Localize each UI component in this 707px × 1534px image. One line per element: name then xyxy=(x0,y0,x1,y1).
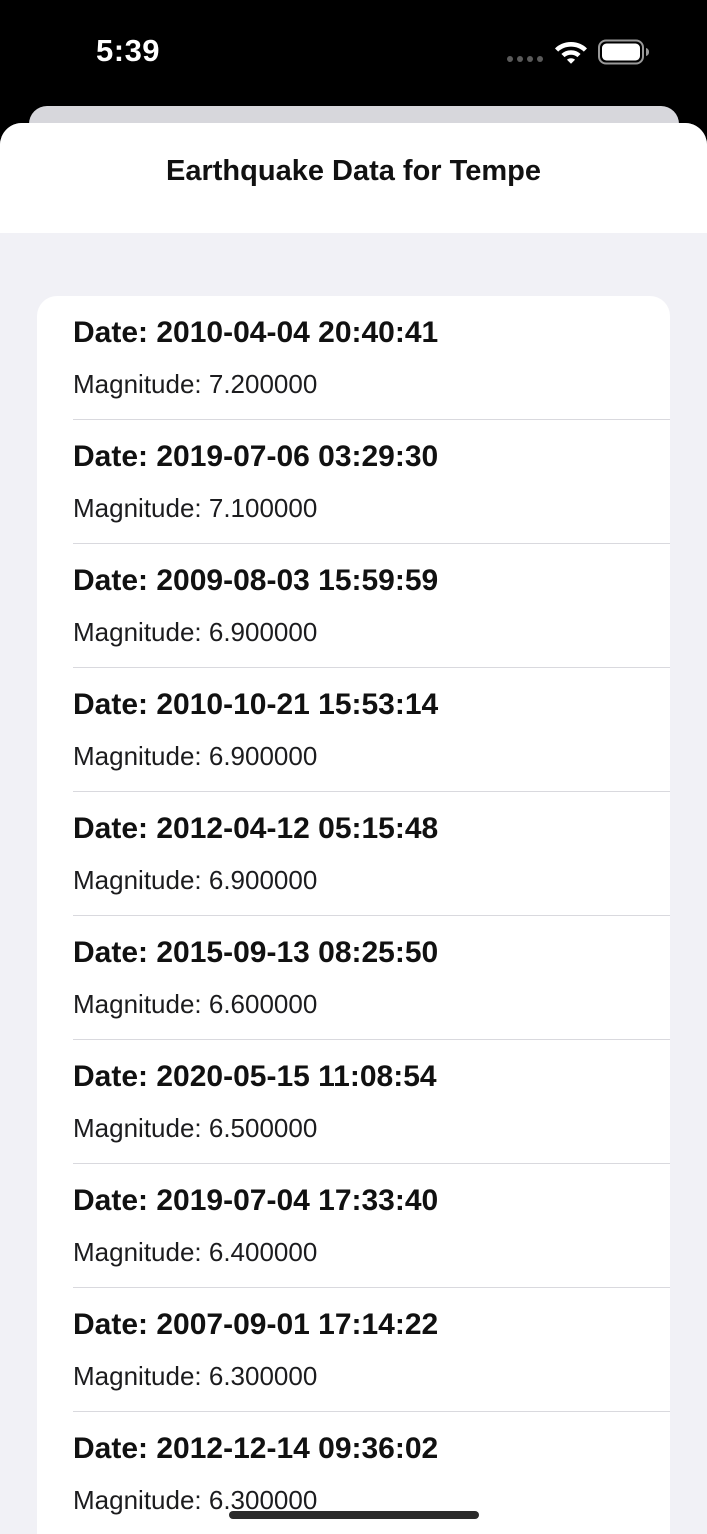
earthquake-list: Date: 2010-04-04 20:40:41 Magnitude: 7.2… xyxy=(37,296,670,1534)
list-item[interactable]: Date: 2010-04-04 20:40:41 Magnitude: 7.2… xyxy=(37,296,670,420)
battery-icon xyxy=(598,39,649,65)
list-item[interactable]: Date: 2010-10-21 15:53:14 Magnitude: 6.9… xyxy=(37,668,670,792)
cellular-icon xyxy=(507,56,543,62)
list-item[interactable]: Date: 2019-07-04 17:33:40 Magnitude: 6.4… xyxy=(37,1164,670,1288)
earthquake-date: Date: 2020-05-15 11:08:54 xyxy=(73,1060,437,1093)
list-item[interactable]: Date: 2015-09-13 08:25:50 Magnitude: 6.6… xyxy=(37,916,670,1040)
earthquake-magnitude: Magnitude: 7.200000 xyxy=(73,369,318,399)
earthquake-date: Date: 2010-04-04 20:40:41 xyxy=(73,316,439,349)
list-item[interactable]: Date: 2012-04-12 05:15:48 Magnitude: 6.9… xyxy=(37,792,670,916)
earthquake-magnitude: Magnitude: 6.600000 xyxy=(73,989,318,1019)
earthquake-date: Date: 2010-10-21 15:53:14 xyxy=(73,688,439,721)
wifi-icon xyxy=(555,42,587,64)
earthquake-magnitude: Magnitude: 6.500000 xyxy=(73,1113,318,1143)
page-title: Earthquake Data for Tempe xyxy=(166,155,541,187)
list-item[interactable]: Date: 2019-07-06 03:29:30 Magnitude: 7.1… xyxy=(37,420,670,544)
earthquake-date: Date: 2015-09-13 08:25:50 xyxy=(73,936,439,969)
earthquake-magnitude: Magnitude: 6.900000 xyxy=(73,617,318,647)
earthquake-date: Date: 2007-09-01 17:14:22 xyxy=(73,1308,439,1341)
earthquake-date: Date: 2012-04-12 05:15:48 xyxy=(73,812,439,845)
list-item[interactable]: Date: 2020-05-15 11:08:54 Magnitude: 6.5… xyxy=(37,1040,670,1164)
status-time: 5:39 xyxy=(96,33,161,68)
list-item[interactable]: Date: 2009-08-03 15:59:59 Magnitude: 6.9… xyxy=(37,544,670,668)
earthquake-magnitude: Magnitude: 6.900000 xyxy=(73,741,318,771)
earthquake-magnitude: Magnitude: 7.100000 xyxy=(73,493,318,523)
list-item[interactable]: Date: 2007-09-01 17:14:22 Magnitude: 6.3… xyxy=(37,1288,670,1412)
home-indicator[interactable] xyxy=(229,1511,479,1519)
earthquake-date: Date: 2012-12-14 09:36:02 xyxy=(73,1432,439,1465)
navigation-bar: Earthquake Data for Tempe xyxy=(0,123,707,233)
earthquake-magnitude: Magnitude: 6.300000 xyxy=(73,1361,318,1391)
modal-sheet: Earthquake Data for Tempe Date: 2010-04-… xyxy=(0,123,707,1534)
earthquake-magnitude: Magnitude: 6.900000 xyxy=(73,865,318,895)
earthquake-date: Date: 2019-07-04 17:33:40 xyxy=(73,1184,439,1217)
earthquake-date: Date: 2009-08-03 15:59:59 xyxy=(73,564,439,597)
status-bar: 5:39 xyxy=(0,0,707,106)
earthquake-magnitude: Magnitude: 6.400000 xyxy=(73,1237,318,1267)
earthquake-date: Date: 2019-07-06 03:29:30 xyxy=(73,440,439,473)
